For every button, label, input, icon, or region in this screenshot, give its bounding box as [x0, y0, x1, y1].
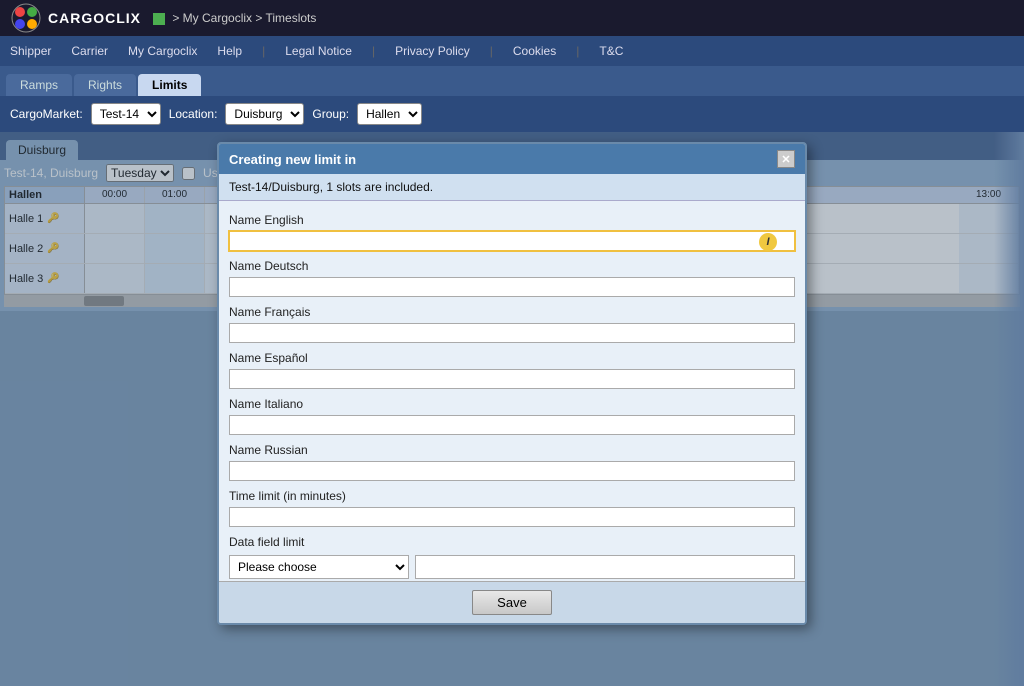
tab-bar: Ramps Rights Limits [0, 66, 1024, 96]
cargoclix-logo-icon [10, 2, 42, 34]
name-espanol-label: Name Español [229, 351, 795, 365]
group-label: Group: [312, 107, 349, 121]
tooltip-cursor-icon: I [759, 233, 777, 251]
name-francais-label: Name Français [229, 305, 795, 319]
name-francais-input[interactable] [229, 323, 795, 343]
group-select[interactable]: Hallen [357, 103, 422, 125]
breadcrumb: > My Cargoclix > Timeslots [153, 11, 316, 25]
time-limit-input[interactable] [229, 507, 795, 527]
time-limit-label: Time limit (in minutes) [229, 489, 795, 503]
cargo-market-select[interactable]: Test-14 [91, 103, 161, 125]
cargo-market-label: CargoMarket: [10, 107, 83, 121]
top-bar: CARGOCLIX > My Cargoclix > Timeslots [0, 0, 1024, 36]
tab-rights[interactable]: Rights [74, 74, 136, 96]
name-russian-input[interactable] [229, 461, 795, 481]
name-russian-label: Name Russian [229, 443, 795, 457]
name-espanol-input[interactable] [229, 369, 795, 389]
filter-bar: CargoMarket: Test-14 Location: Duisburg … [0, 96, 1024, 132]
location-select[interactable]: Duisburg [225, 103, 304, 125]
name-italiano-label: Name Italiano [229, 397, 795, 411]
dialog-body: I Name English Name Deutsch Name Françai… [219, 201, 805, 581]
content-area: Duisburg Test-14, Duisburg Tuesday Use H… [0, 132, 1024, 686]
nav-my-cargoclix[interactable]: My Cargoclix [128, 44, 197, 58]
dialog: Creating new limit in ✕ Test-14/Duisburg… [217, 142, 807, 625]
dialog-title-bar: Creating new limit in ✕ [219, 144, 805, 174]
dialog-title: Creating new limit in [229, 152, 356, 167]
nav-shipper[interactable]: Shipper [10, 44, 51, 58]
nav-legal[interactable]: Legal Notice [285, 44, 352, 58]
dialog-overlay: Creating new limit in ✕ Test-14/Duisburg… [0, 132, 1024, 686]
logo-area: CARGOCLIX [10, 2, 141, 34]
location-label: Location: [169, 107, 218, 121]
data-field-label: Data field limit [229, 535, 795, 549]
logo-text: CARGOCLIX [48, 10, 141, 26]
data-field-value-input[interactable] [415, 555, 795, 579]
nav-bar: Shipper Carrier My Cargoclix Help | Lega… [0, 36, 1024, 66]
name-italiano-input[interactable] [229, 415, 795, 435]
name-english-label: Name English [229, 213, 795, 227]
nav-tc[interactable]: T&C [599, 44, 623, 58]
data-field-select[interactable]: Please choose [229, 555, 409, 579]
nav-help[interactable]: Help [217, 44, 242, 58]
green-square-icon [153, 13, 165, 25]
tab-limits[interactable]: Limits [138, 74, 201, 96]
dialog-subtitle: Test-14/Duisburg, 1 slots are included. [219, 174, 805, 201]
dialog-close-button[interactable]: ✕ [777, 150, 795, 168]
name-english-input[interactable] [229, 231, 795, 251]
nav-carrier[interactable]: Carrier [71, 44, 108, 58]
nav-cookies[interactable]: Cookies [513, 44, 556, 58]
data-field-row: Please choose [229, 555, 795, 579]
tab-ramps[interactable]: Ramps [6, 74, 72, 96]
nav-privacy[interactable]: Privacy Policy [395, 44, 470, 58]
dialog-footer: Save [219, 581, 805, 623]
name-deutsch-input[interactable] [229, 277, 795, 297]
name-deutsch-label: Name Deutsch [229, 259, 795, 273]
save-button[interactable]: Save [472, 590, 552, 615]
